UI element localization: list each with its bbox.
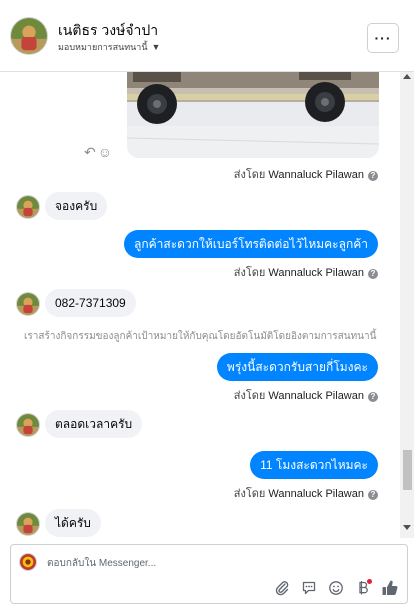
sent-by-prefix: ส่งโดย	[233, 169, 266, 181]
sent-by-prefix: ส่งโดย	[233, 267, 266, 279]
contact-avatar-small	[16, 512, 40, 536]
composer-toolbar	[273, 579, 399, 597]
outgoing-message[interactable]: พรุ่งนี้สะดวกรับสายกี่โมงคะ	[216, 353, 378, 381]
sender-name: Wannaluck Pilawan	[268, 488, 364, 500]
avatar-image	[17, 293, 39, 315]
sender-name: Wannaluck Pilawan	[268, 390, 364, 402]
reply-icon[interactable]: ↶	[84, 144, 96, 160]
avatar-image	[11, 18, 47, 54]
info-icon[interactable]: ?	[368, 269, 378, 279]
incoming-message[interactable]: 082-7371309	[45, 289, 136, 317]
conversation-header: เนติธร วงษ์จำปา มอบหมายการสนทนานี้ ▼ ···	[0, 0, 414, 72]
outgoing-message[interactable]: 11 โมงสะดวกไหมคะ	[250, 451, 378, 479]
outgoing-message[interactable]: ลูกค้าสะดวกให้เบอร์โทรติดต่อไว้ไหมคะลูกค…	[124, 230, 378, 258]
sent-by-label: ส่งโดย Wannaluck Pilawan?	[234, 484, 378, 502]
avatar-image	[17, 513, 39, 535]
contact-name[interactable]: เนติธร วงษ์จำปา	[58, 20, 158, 42]
page-avatar	[19, 553, 37, 571]
thumbs-up-icon[interactable]	[381, 579, 399, 597]
incoming-message[interactable]: ได้ครับ	[45, 509, 101, 537]
shared-photo[interactable]	[127, 72, 379, 158]
sent-by-prefix: ส่งโดย	[233, 390, 266, 402]
contact-avatar-small	[16, 292, 40, 316]
chat-scrollbar[interactable]	[400, 72, 414, 538]
incoming-message[interactable]: จองครับ	[45, 192, 108, 220]
reply-input[interactable]	[47, 553, 387, 573]
emoji-icon[interactable]	[327, 579, 345, 597]
info-icon[interactable]: ?	[368, 392, 378, 402]
avatar-image	[17, 196, 39, 218]
system-note: เราสร้างกิจกรรมของลูกค้าเป้าหมายให้กับคุ…	[24, 331, 377, 342]
scroll-up-arrow-icon[interactable]	[403, 74, 411, 79]
scroll-thumb[interactable]	[403, 450, 412, 490]
notification-dot	[367, 579, 372, 584]
contact-avatar-small	[16, 413, 40, 437]
page-logo	[20, 554, 36, 570]
info-icon[interactable]: ?	[368, 490, 378, 500]
incoming-message[interactable]: ตลอดเวลาครับ	[45, 410, 143, 438]
sent-by-prefix: ส่งโดย	[233, 488, 266, 500]
sent-by-label: ส่งโดย Wannaluck Pilawan?	[234, 165, 378, 183]
contact-avatar-small	[16, 195, 40, 219]
contact-avatar[interactable]	[10, 17, 48, 55]
assign-conversation[interactable]: มอบหมายการสนทนานี้ ▼	[58, 40, 160, 54]
chat-bubble-icon[interactable]	[300, 579, 318, 597]
sender-name: Wannaluck Pilawan	[268, 267, 364, 279]
scroll-down-arrow-icon[interactable]	[403, 525, 411, 530]
reply-composer	[10, 544, 408, 604]
message-list[interactable]: ↶ ☺ ส่งโดย Wannaluck Pilawan? จองครับ ลู…	[0, 72, 414, 538]
info-icon[interactable]: ?	[368, 171, 378, 181]
message-actions: ↶ ☺	[84, 144, 112, 160]
assign-label: มอบหมายการสนทนานี้	[58, 42, 148, 52]
sender-name: Wannaluck Pilawan	[268, 169, 364, 181]
sent-by-label: ส่งโดย Wannaluck Pilawan?	[234, 263, 378, 281]
smiley-icon[interactable]: ☺	[98, 144, 112, 160]
sent-by-label: ส่งโดย Wannaluck Pilawan?	[234, 386, 378, 404]
bot-icon[interactable]	[354, 579, 372, 597]
more-options-button[interactable]: ···	[367, 23, 399, 53]
truck-photo	[127, 72, 379, 158]
paperclip-icon[interactable]	[273, 579, 291, 597]
caret-down-icon: ▼	[151, 42, 161, 52]
avatar-image	[17, 414, 39, 436]
